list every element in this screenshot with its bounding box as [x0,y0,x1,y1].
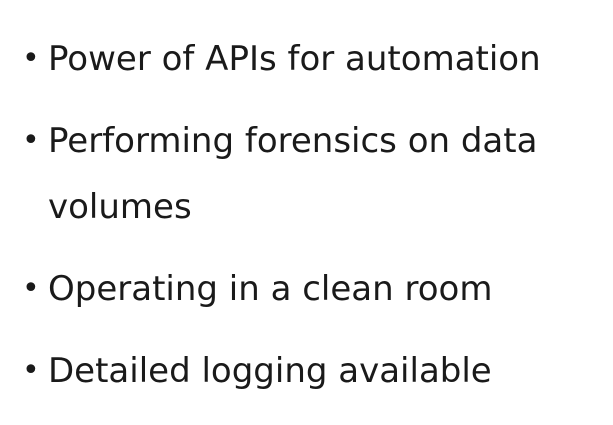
list-item-text: Operating in a clean room [48,269,493,309]
list-item-text: Detailed logging available [48,351,492,391]
bullet-dot: • [22,353,40,388]
bullet-dot: • [22,41,40,76]
list-item: • Detailed logging available [22,338,602,404]
list-item: • Power of APIs for automation [22,26,602,92]
bullet-list: • Power of APIs for automation • Perform… [22,26,602,420]
bullet-dot: • [22,123,40,158]
list-item: • Performing forensics on data volumes [22,108,602,240]
slide: • Power of APIs for automation • Perform… [0,0,613,425]
list-item-text: Power of APIs for automation [48,39,541,79]
list-item-text: Performing forensics on data volumes [48,121,538,227]
list-item: • Operating in a clean room [22,256,602,322]
bullet-dot: • [22,271,40,306]
